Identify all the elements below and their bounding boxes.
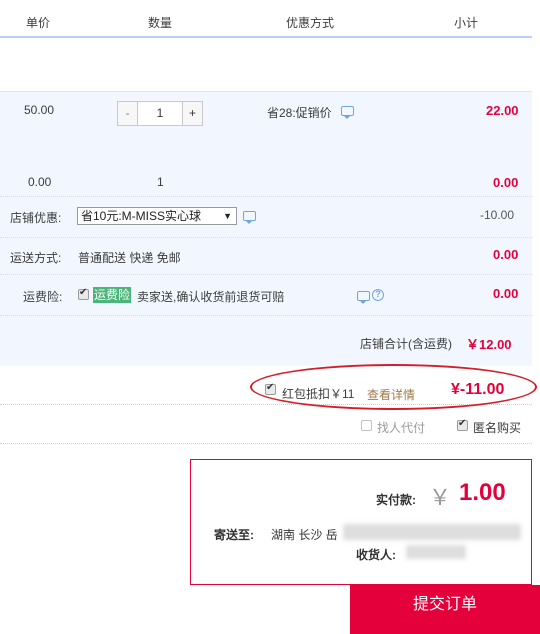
message-icon[interactable] [357, 291, 370, 304]
anonymous-label: 匿名购买 [473, 421, 522, 435]
ship-to-value: 湖南 长沙 岳 [271, 528, 338, 542]
shop-total-label: 店铺合计(含运费) [360, 337, 452, 351]
increase-quantity-button[interactable]: + [182, 102, 202, 125]
header-discount: 优惠方式 [286, 16, 335, 30]
shop-discount-value: -10.00 [480, 208, 515, 222]
item2-subtotal: 0.00 [493, 175, 519, 190]
quantity-input[interactable]: 1 [139, 102, 181, 125]
redpacket-checkbox[interactable] [265, 382, 276, 395]
item2-price: 0.00 [28, 175, 52, 189]
item1-price: 50.00 [24, 103, 55, 117]
shipping-value: 0.00 [493, 247, 519, 262]
redpacket-value: ¥-11.00 [451, 381, 505, 398]
header-price: 单价 [26, 16, 51, 30]
item1-subtotal: 22.00 [486, 103, 519, 118]
proxy-pay-label: 找人代付 [377, 421, 426, 435]
payment-summary: 实付款: ￥ 1.00 寄送至: 湖南 长沙 岳 收货人: [190, 459, 532, 585]
header-subtotal: 小计 [454, 16, 479, 30]
shipping-method: 普通配送 快递 免邮 [78, 251, 181, 265]
redacted-receiver [406, 545, 466, 559]
item2-quantity: 1 [157, 175, 164, 189]
proxy-pay-checkbox[interactable] [361, 420, 372, 431]
shop-discount-selected: 省10元:M-MISS实心球 [81, 209, 202, 223]
item1-promo: 省28:促销价 [267, 106, 332, 120]
shop-discount-select[interactable]: 省10元:M-MISS实心球 ▼ [77, 207, 237, 225]
insurance-label: 运费险: [23, 290, 63, 304]
payment-label: 实付款: [376, 493, 416, 507]
shop-discount-label: 店铺优惠: [10, 211, 62, 225]
payment-amount: 1.00 [459, 479, 506, 506]
shop-total-value: ￥12.00 [466, 337, 512, 352]
anonymous-checkbox[interactable] [457, 418, 468, 431]
message-icon[interactable] [341, 106, 354, 119]
redpacket-label: 红包抵扣￥11 [282, 387, 355, 401]
insurance-description: 卖家送,确认收货前退货可赔 [137, 290, 285, 304]
message-icon[interactable] [243, 211, 256, 224]
decrease-quantity-button[interactable]: - [118, 102, 138, 125]
dropdown-arrow-icon: ▼ [223, 211, 232, 221]
insurance-value: 0.00 [493, 286, 519, 301]
redpacket-details-link[interactable]: 查看详情 [367, 386, 415, 403]
submit-order-button[interactable]: 提交订单 [350, 585, 540, 634]
ship-to-label: 寄送至: [214, 528, 254, 542]
insurance-checkbox[interactable] [78, 287, 89, 300]
quantity-stepper[interactable]: - 1 + [117, 101, 203, 126]
shipping-label: 运送方式: [10, 251, 62, 265]
receiver-label: 收货人: [356, 548, 396, 562]
help-icon[interactable]: ? [372, 289, 384, 301]
redacted-address [343, 524, 521, 540]
payment-currency: ￥ [429, 485, 452, 510]
insurance-tag: 运费险 [93, 287, 131, 303]
table-header: 单价 数量 优惠方式 小计 [0, 0, 532, 38]
header-quantity: 数量 [148, 16, 173, 30]
order-items-panel [0, 91, 532, 366]
